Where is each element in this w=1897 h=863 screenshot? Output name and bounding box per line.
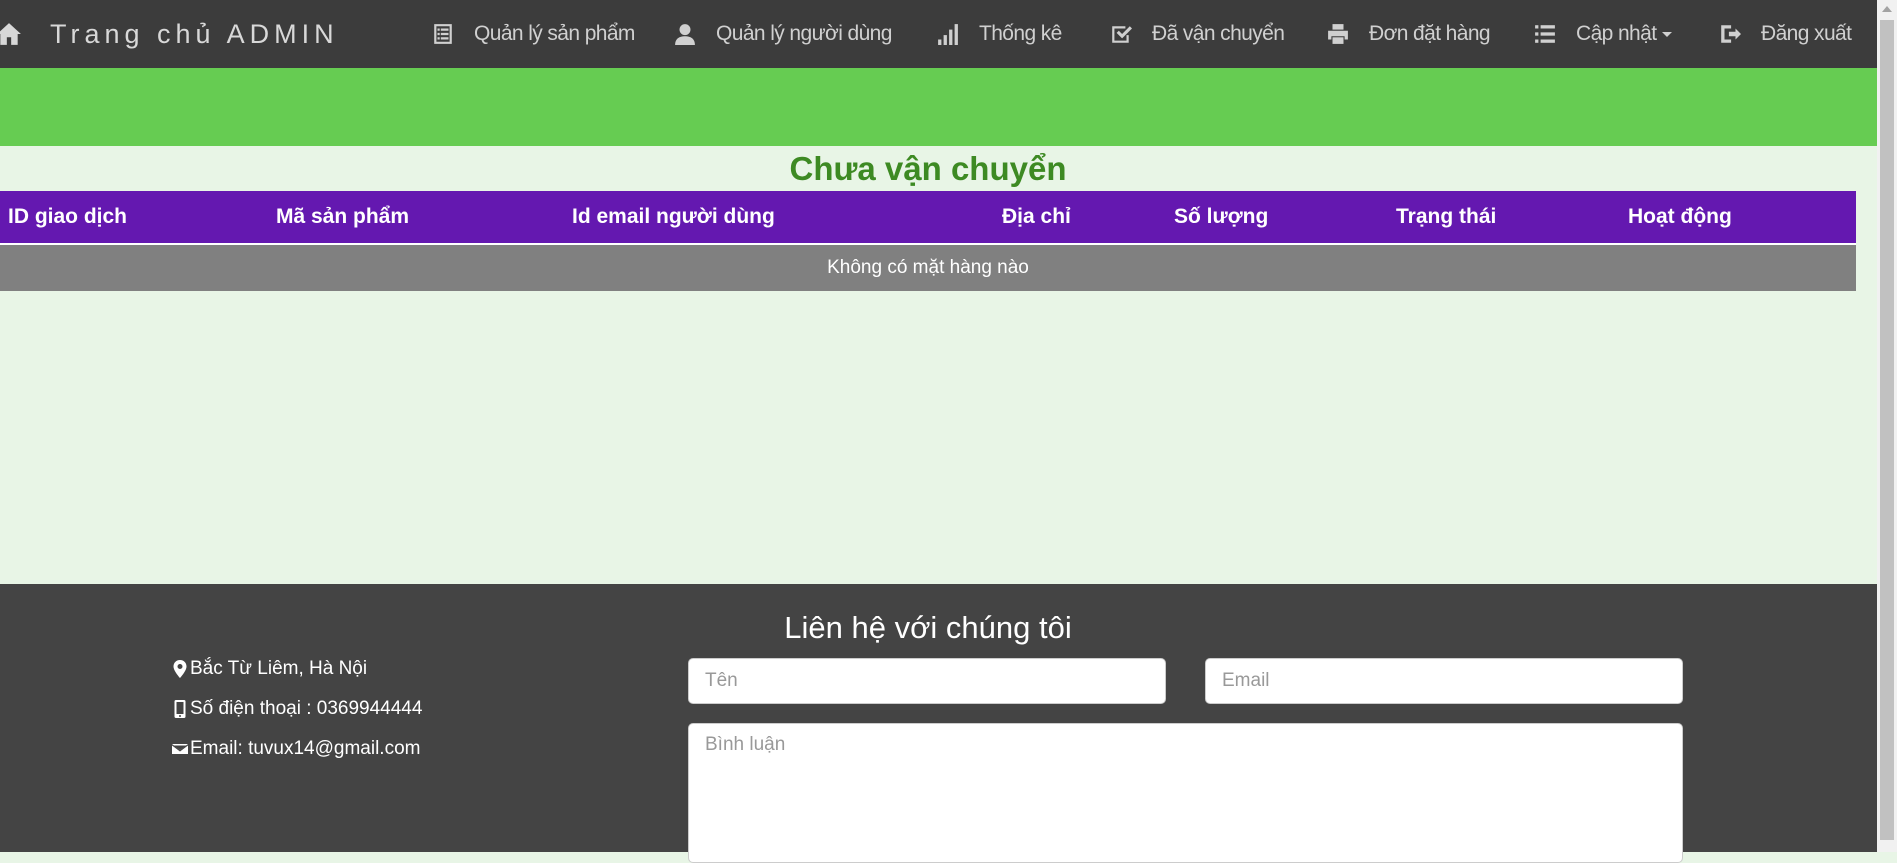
chevron-down-icon (1662, 31, 1673, 37)
list-icon (1535, 25, 1555, 43)
envelope-icon (172, 744, 188, 754)
nav-orders[interactable]: Đơn đặt hàng (1327, 0, 1491, 68)
phone-text: Số điện thoại : 0369944444 (190, 698, 423, 719)
page-title: Chưa vận chuyển (789, 150, 1067, 187)
list-alt-icon (434, 24, 452, 44)
nav-label: Đơn đặt hàng (1369, 22, 1491, 45)
column-header: Id email người dùng (572, 205, 775, 228)
nav-label: Quản lý sản phẩm (474, 22, 635, 45)
contact-address: Bắc Từ Liêm, Hà Nội (172, 658, 367, 680)
email-input[interactable] (1205, 658, 1683, 704)
print-icon (1328, 24, 1348, 44)
map-marker-icon (173, 660, 187, 678)
nav-label: Đăng xuất (1761, 22, 1852, 45)
scroll-up-arrow-icon[interactable] (1882, 6, 1892, 12)
nav-statistics[interactable]: Thống kê (937, 0, 1062, 68)
brand-link[interactable]: Trang chủ ADMIN (0, 0, 339, 68)
column-header: ID giao dịch (8, 205, 128, 228)
brand-label: Trang chủ ADMIN (50, 18, 339, 49)
column-header: Số lượng (1174, 205, 1269, 228)
column-header: Địa chỉ (1002, 205, 1071, 228)
table-header: ID giao dịch Mã sản phẩm Id email người … (0, 191, 1856, 245)
home-icon (0, 23, 21, 45)
nav-shipped[interactable]: Đã vận chuyển (1110, 0, 1285, 68)
email-text: Email: tuvux14@gmail.com (190, 738, 421, 759)
footer: Liên hệ với chúng tôi Bắc Từ Liêm, Hà Nộ… (0, 584, 1877, 863)
scroll-thumb[interactable] (1880, 20, 1894, 840)
nav-logout[interactable]: Đăng xuất (1719, 0, 1852, 68)
log-out-icon (1721, 25, 1741, 43)
phone-icon (174, 700, 186, 718)
nav-label: Quản lý người dùng (716, 22, 892, 45)
comment-textarea[interactable] (688, 723, 1683, 863)
column-header: Mã sản phẩm (276, 205, 410, 228)
user-icon (675, 24, 695, 45)
nav-user-management[interactable]: Quản lý người dùng (674, 0, 892, 68)
check-icon (1112, 26, 1132, 43)
contact-phone: Số điện thoại : 0369944444 (172, 698, 422, 720)
banner-strip (0, 68, 1877, 146)
contact-email: Email: tuvux14@gmail.com (172, 738, 420, 760)
nav-label: Đã vận chuyển (1152, 22, 1285, 45)
column-header: Hoạt động (1628, 205, 1732, 228)
nav-product-management[interactable]: Quản lý sản phẩm (432, 0, 635, 68)
footer-title: Liên hệ với chúng tôi (784, 610, 1072, 645)
orders-table: ID giao dịch Mã sản phẩm Id email người … (0, 191, 1856, 291)
vertical-scrollbar[interactable] (1877, 0, 1897, 852)
address-text: Bắc Từ Liêm, Hà Nội (190, 658, 368, 679)
empty-table-message: Không có mặt hàng nào (0, 245, 1856, 291)
name-input[interactable] (688, 658, 1166, 704)
nav-update-dropdown[interactable]: Cập nhật (1534, 0, 1673, 68)
column-header: Trạng thái (1396, 205, 1497, 228)
top-navbar: Trang chủ ADMIN Quản lý sản phẩm Quản lý… (0, 0, 1877, 69)
nav-label: Cập nhật (1576, 22, 1657, 45)
nav-label: Thống kê (979, 22, 1062, 45)
signal-icon (938, 24, 958, 45)
